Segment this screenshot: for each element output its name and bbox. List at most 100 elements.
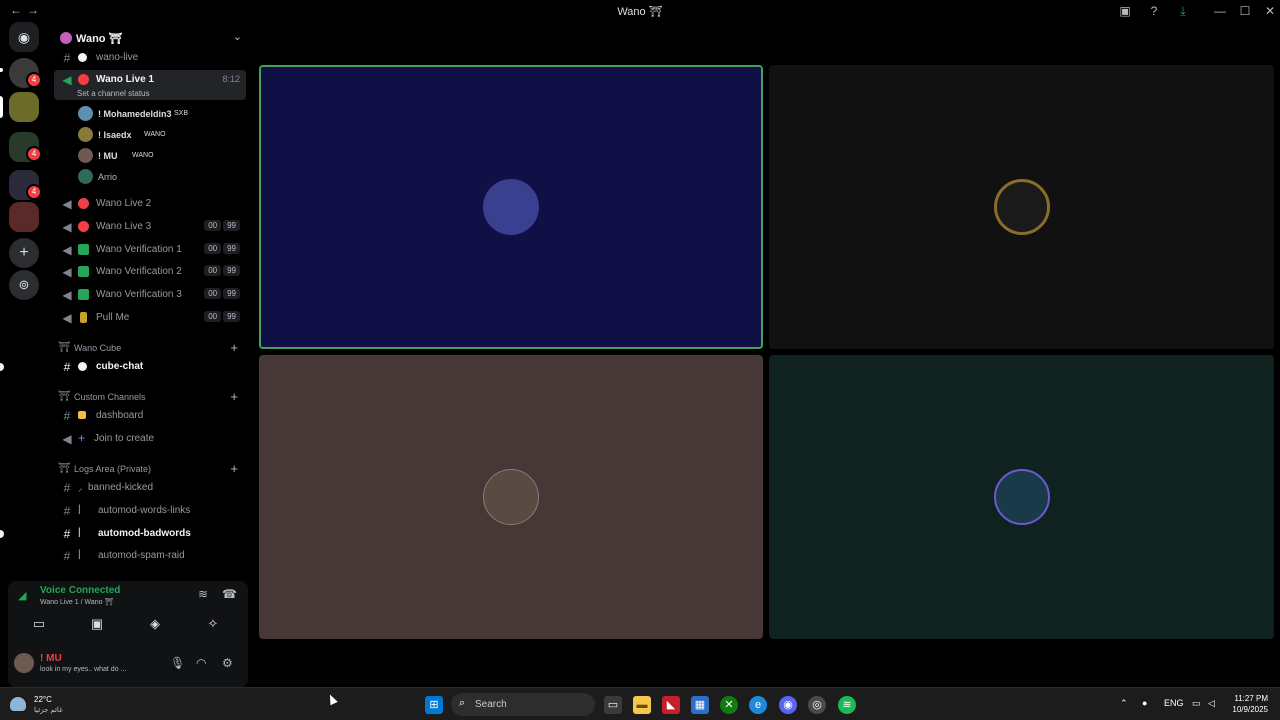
channel-label: automod-words-links [98, 505, 191, 516]
category-logs-area[interactable]: ⛩ Logs Area (Private) + [54, 461, 246, 477]
channel-status-prompt[interactable]: Set a channel status [77, 89, 150, 98]
explore-icon[interactable]: ⊚ [9, 270, 39, 300]
channel-label: Join to create [94, 433, 155, 444]
text-channel-icon: # [63, 409, 71, 423]
microphone-icon[interactable]: ● [1142, 698, 1147, 708]
signal-icon[interactable]: ◢ [18, 589, 26, 602]
amd-icon[interactable]: ◣ [662, 696, 680, 714]
channel-pull-me[interactable]: ◀ Pull Me 00 99 [54, 308, 246, 328]
server-icon-wano[interactable] [9, 92, 39, 122]
channel-dashboard[interactable]: # dashboard [54, 406, 246, 426]
user-limit-badge: 00 99 [204, 220, 240, 231]
video-tile[interactable] [769, 355, 1274, 639]
channel-label: automod-badwords [98, 528, 191, 539]
chevron-down-icon[interactable]: ⌄ [233, 30, 242, 43]
camera-off-icon[interactable]: ▭ [14, 616, 64, 636]
server-folder[interactable] [9, 202, 39, 232]
red-circle-icon [78, 221, 89, 232]
add-channel-icon[interactable]: + [230, 461, 238, 476]
screen-share-icon[interactable]: ▣ [72, 616, 122, 636]
settings-gear-icon[interactable]: ⚙ [222, 656, 233, 670]
channel-automod-spam-raid[interactable]: # | automod-spam-raid [54, 546, 246, 566]
channel-banned-kicked[interactable]: # ⸝ banned-kicked [54, 478, 246, 498]
avatar [483, 469, 539, 525]
volume-icon[interactable]: ◁ [1208, 698, 1215, 709]
voice-channel-icon: ◀ [62, 311, 72, 325]
system-clock[interactable]: 11:27 PM 10/9/2025 [1232, 693, 1268, 715]
avatar [993, 469, 1050, 525]
clock-time: 11:27 PM [1234, 694, 1268, 703]
channel-label: Pull Me [96, 312, 130, 323]
user-tag: SXB [174, 110, 189, 117]
minimize-icon[interactable]: — [1212, 3, 1228, 19]
spotify-icon[interactable]: ≋ [838, 696, 856, 714]
network-icon[interactable]: ▭ [1192, 698, 1201, 709]
category-label: Wano Cube [74, 343, 122, 353]
noise-suppression-icon[interactable]: ≋ [198, 587, 208, 601]
mention-badge: 4 [26, 184, 42, 200]
text-channel-icon: # [63, 481, 71, 495]
guild-name: Wano ⛩ [76, 33, 123, 45]
channel-wano-verification-3[interactable]: ◀ Wano Verification 3 00 99 [54, 285, 246, 305]
red-circle-icon [78, 74, 89, 85]
chrome-icon[interactable]: ◎ [808, 696, 826, 714]
voice-connected-label[interactable]: Voice Connected [40, 585, 120, 596]
add-channel-icon[interactable]: + [230, 340, 238, 355]
store-icon[interactable]: ▦ [691, 696, 709, 714]
user-limit-badge: 00 99 [204, 288, 240, 299]
discord-home-icon[interactable]: ◉ [9, 22, 39, 52]
xbox-icon[interactable]: ✕ [720, 696, 738, 714]
language-indicator[interactable]: ENG [1164, 698, 1184, 708]
channel-wano-verification-1[interactable]: ◀ Wano Verification 1 00 99 [54, 240, 246, 260]
hourglass-icon [80, 312, 87, 323]
channel-wano-live-2[interactable]: ◀ Wano Live 2 [54, 194, 246, 214]
soundboard-icon[interactable]: ✧ [188, 616, 238, 636]
channel-label: Wano Verification 3 [96, 289, 182, 300]
help-icon[interactable]: ? [1146, 3, 1162, 19]
user-limit-badge: 00 99 [204, 311, 240, 322]
microphone-icon[interactable]: 🎙 [170, 656, 185, 670]
speech-bubble-icon [78, 53, 87, 62]
maximize-icon[interactable]: ☐ [1237, 3, 1253, 19]
activities-icon[interactable]: ◈ [130, 616, 180, 636]
channel-wano-verification-2[interactable]: ◀ Wano Verification 2 00 99 [54, 262, 246, 282]
channel-wano-live-3[interactable]: ◀ Wano Live 3 00 99 [54, 217, 246, 237]
channel-label: banned-kicked [88, 482, 154, 493]
edge-icon[interactable]: e [749, 696, 767, 714]
chevron-up-icon[interactable]: ⌃ [1120, 698, 1128, 709]
clock-date: 10/9/2025 [1232, 705, 1268, 714]
discord-icon[interactable]: ◉ [779, 696, 797, 714]
weather-description: غائم جزئيا [34, 707, 63, 714]
download-icon[interactable]: ⤓ [1175, 3, 1191, 19]
voice-channel-subtitle[interactable]: Wano Live 1 / Wano ⛩ [40, 598, 113, 606]
disconnect-icon[interactable]: ☎ [222, 587, 237, 601]
taskbar-search[interactable]: ⌕ Search [451, 693, 595, 716]
channel-automod-words-links[interactable]: # | automod-words-links [54, 501, 246, 521]
task-view-icon[interactable]: ▭ [604, 696, 622, 714]
channel-join-to-create[interactable]: ◀ + Join to create [54, 429, 246, 449]
user-limit-badge: 00 99 [204, 265, 240, 276]
headphones-icon[interactable]: ◠ [196, 656, 206, 670]
video-tile[interactable] [259, 65, 763, 349]
add-channel-icon[interactable]: + [230, 389, 238, 404]
category-wano-cube[interactable]: ⛩ Wano Cube + [54, 340, 246, 356]
category-custom-channels[interactable]: ⛩ Custom Channels + [54, 389, 246, 405]
weather-widget[interactable]: 22°C غائم جزئيا [10, 693, 90, 717]
close-icon[interactable]: ✕ [1262, 3, 1278, 19]
start-windows-icon[interactable]: ⊞ [425, 696, 443, 714]
channel-wano-live[interactable]: # wano-live [54, 48, 246, 68]
file-explorer-icon[interactable]: ▬ [633, 696, 651, 714]
channel-automod-badwords[interactable]: # | automod-badwords [54, 524, 246, 544]
temperature: 22°C [34, 695, 52, 704]
channel-cube-chat[interactable]: # cube-chat [54, 357, 246, 377]
video-tile[interactable] [769, 65, 1274, 349]
channel-label: cube-chat [96, 361, 144, 372]
video-tile[interactable] [259, 355, 763, 639]
current-user-name[interactable]: ! MU [40, 653, 62, 664]
avatar[interactable] [14, 653, 34, 673]
add-server-icon[interactable]: + [9, 238, 39, 268]
avatar [78, 106, 93, 121]
call-timer: 8:12 [222, 74, 240, 84]
channel-label: Wano Verification 1 [96, 244, 182, 255]
inbox-icon[interactable]: ▣ [1117, 3, 1133, 19]
